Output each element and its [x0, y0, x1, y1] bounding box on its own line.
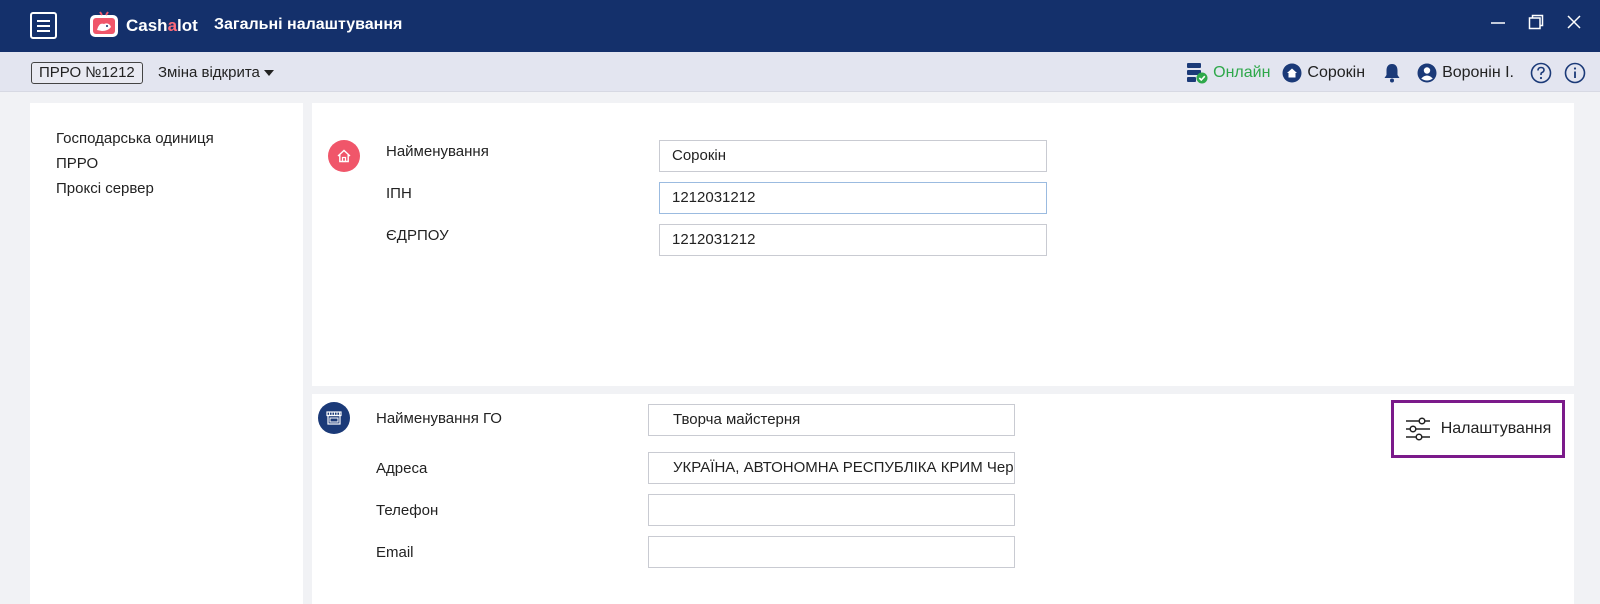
home-icon [1282, 63, 1302, 83]
app-logo: Cashalot [88, 9, 198, 43]
user-circle-icon [1417, 63, 1437, 83]
phone-label: Телефон [376, 502, 439, 519]
menu-button[interactable] [30, 12, 57, 39]
prro-badge[interactable]: ПРРО №1212 [31, 62, 143, 84]
nav-item-proxy-server[interactable]: Проксі сервер [56, 180, 154, 197]
toolbar: ПРРО №1212 Зміна відкрита Онлайн Сорокін [0, 52, 1600, 92]
nav-item-business-unit[interactable]: Господарська одиниця [56, 130, 214, 147]
window-title: Загальні налаштування [214, 16, 403, 33]
restore-icon[interactable] [1528, 14, 1544, 30]
question-icon[interactable] [1530, 62, 1552, 84]
company-icon [328, 140, 360, 172]
whale-logo-icon [90, 11, 118, 37]
close-icon[interactable] [1566, 14, 1582, 30]
unit-name-field[interactable]: Творча майстерня [648, 404, 1015, 436]
user-label: Воронін І. [1442, 64, 1514, 81]
settings-label: Налаштування [1440, 420, 1552, 437]
caret-down-icon [263, 69, 274, 76]
unit-settings-button[interactable]: Налаштування [1391, 400, 1565, 458]
nav-item-prro[interactable]: ПРРО [56, 155, 98, 172]
unit-name-label: Найменування ГО [376, 410, 502, 427]
store-icon [326, 411, 342, 425]
company-name-label: Найменування [386, 143, 489, 160]
store-label: Сорокін [1307, 64, 1366, 81]
window-controls [1490, 14, 1582, 30]
status-indicator[interactable]: Онлайн [1186, 62, 1274, 84]
address-label: Адреса [376, 460, 428, 477]
ipn-field[interactable]: 1212031212 [659, 182, 1047, 214]
toolbar-right: Онлайн Сорокін Воронін І. [1186, 61, 1586, 85]
home-icon [337, 149, 351, 163]
edrpou-field[interactable]: 1212031212 [659, 224, 1047, 256]
edrpou-label: ЄДРПОУ [386, 227, 449, 244]
email-field[interactable] [648, 536, 1015, 568]
shift-dropdown[interactable]: Зміна відкрита [158, 64, 274, 81]
unit-icon [318, 402, 350, 434]
hamburger-icon [37, 19, 50, 22]
email-label: Email [376, 544, 414, 561]
minimize-icon[interactable] [1490, 14, 1506, 30]
shift-label: Зміна відкрита [158, 64, 260, 81]
user-menu[interactable]: Воронін І. [1417, 63, 1514, 83]
ipn-label: ІПН [386, 185, 412, 202]
address-field[interactable]: УКРАЇНА, АВТОНОМНА РЕСПУБЛІКА КРИМ Чер [648, 452, 1015, 484]
sliders-icon [1405, 417, 1430, 441]
title-bar: Cashalot Загальні налаштування [0, 0, 1600, 52]
server-check-icon [1187, 63, 1208, 84]
info-icon[interactable] [1564, 62, 1586, 84]
bell-icon[interactable] [1381, 62, 1403, 84]
store-selector[interactable]: Сорокін [1282, 63, 1365, 83]
status-label: Онлайн [1213, 64, 1271, 81]
phone-field[interactable] [648, 494, 1015, 526]
company-name-field[interactable]: Сорокін [659, 140, 1047, 172]
settings-nav: Господарська одиниця ПРРО Проксі сервер [30, 103, 303, 604]
